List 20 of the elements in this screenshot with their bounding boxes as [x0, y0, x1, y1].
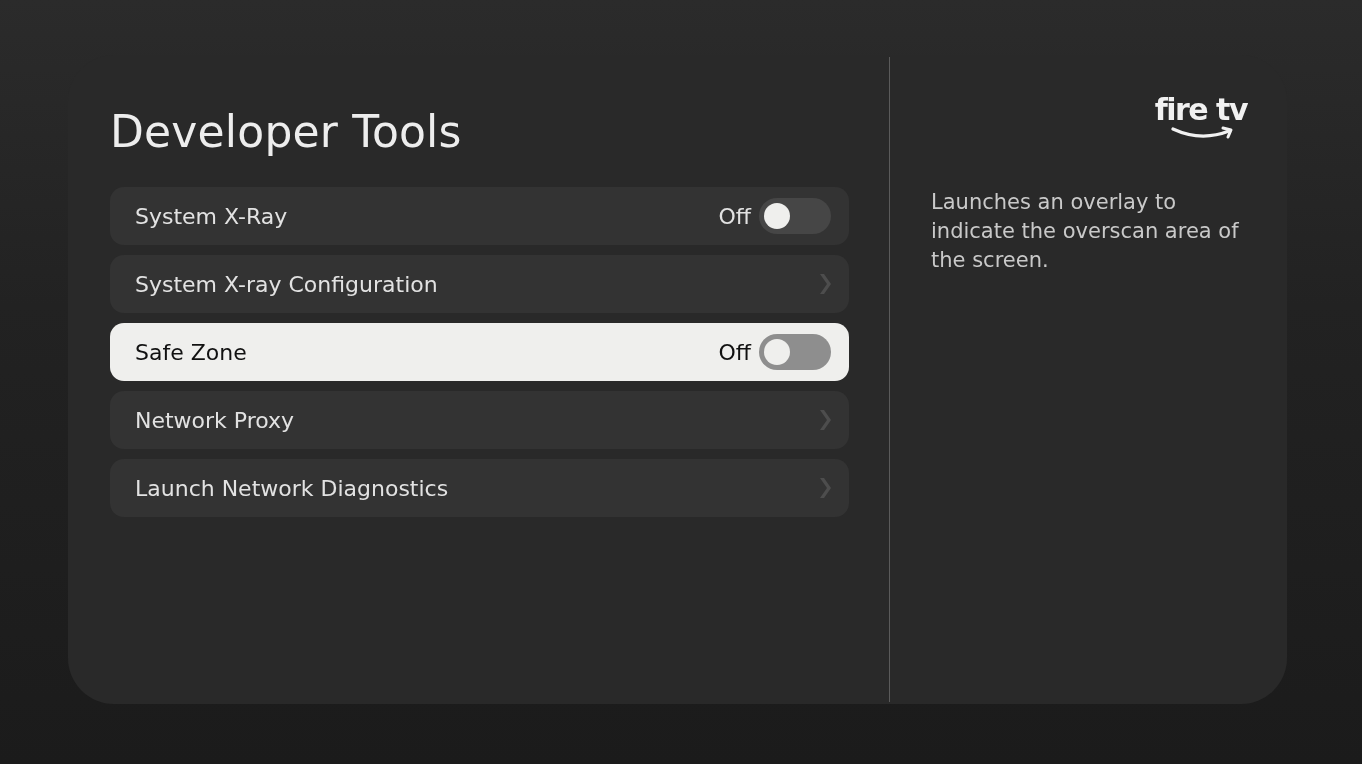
- chevron-right-icon: [819, 410, 831, 430]
- setting-label: System X-ray Configuration: [135, 271, 439, 297]
- settings-row[interactable]: Safe Zone Off: [110, 323, 849, 381]
- toggle-state-text: Off: [718, 203, 751, 229]
- settings-row[interactable]: System X-Ray Off: [110, 187, 849, 245]
- toggle-switch[interactable]: [759, 334, 831, 370]
- description-text: Launches an overlay to indicate the overscan area of the screen.: [931, 189, 1240, 274]
- toggle-switch[interactable]: [759, 198, 831, 234]
- setting-label: System X-Ray: [135, 203, 289, 229]
- toggle-state-text: Off: [718, 339, 751, 365]
- logo-wordmark: fire tv: [1154, 95, 1247, 125]
- chevron-right-icon: [819, 274, 831, 294]
- setting-label: Network Proxy: [135, 407, 296, 433]
- settings-row[interactable]: System X-ray Configuration: [110, 255, 849, 313]
- setting-label: Safe Zone: [135, 339, 248, 365]
- chevron-right-icon: [819, 478, 831, 498]
- settings-row[interactable]: Network Proxy: [110, 391, 849, 449]
- setting-label: Launch Network Diagnostics: [135, 475, 450, 501]
- page-title: Developer Tools: [110, 105, 463, 159]
- settings-row[interactable]: Launch Network Diagnostics: [110, 459, 849, 517]
